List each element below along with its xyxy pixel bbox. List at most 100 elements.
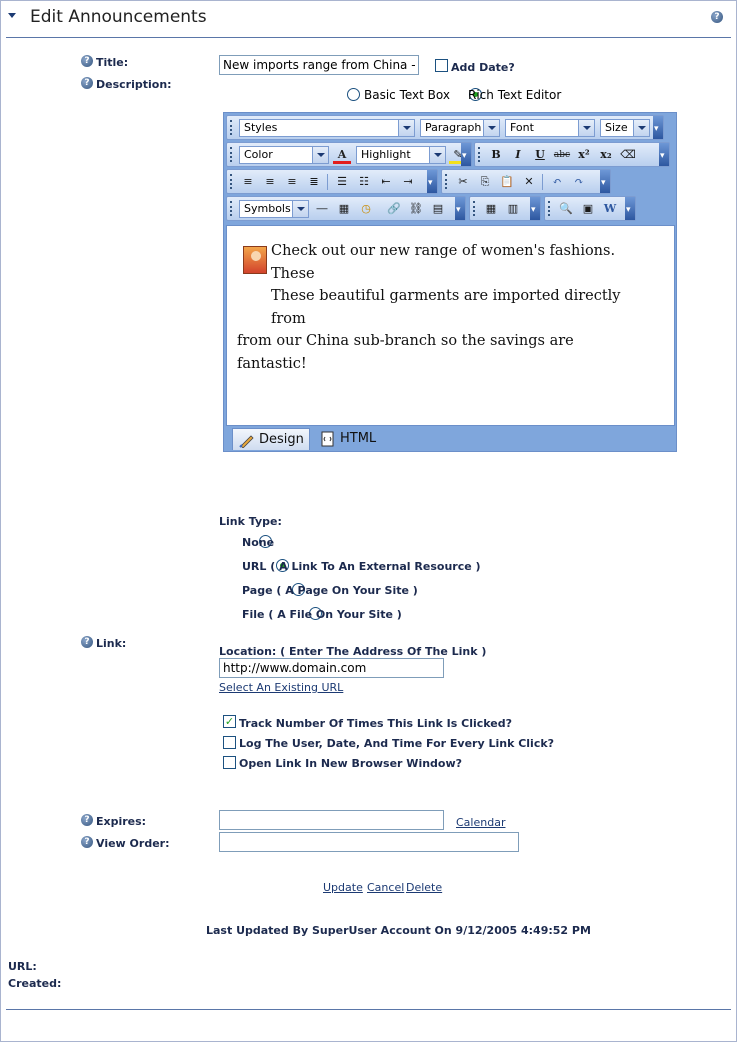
hyperlink-icon[interactable]: 🔗 — [385, 200, 403, 218]
log-clicks-checkbox[interactable] — [223, 736, 236, 749]
expires-label: Expires: — [96, 815, 147, 828]
undo-icon[interactable]: ↶ — [548, 173, 566, 191]
view-order-help-icon[interactable]: ? — [81, 836, 93, 848]
preview-icon[interactable]: 🔍 — [557, 200, 575, 218]
basic-text-label: Basic Text Box — [364, 88, 450, 102]
toolbar-options-icon[interactable] — [659, 143, 669, 166]
created-label: Created: — [8, 977, 62, 990]
align-left-icon[interactable]: ≡ — [239, 173, 257, 191]
design-pencil-icon — [239, 432, 255, 449]
highlight-dropdown[interactable]: Highlight — [356, 146, 446, 164]
editor-mode-bar: Design HTML — [226, 427, 675, 450]
cancel-link[interactable]: Cancel — [367, 881, 404, 894]
toolbar-grip[interactable] — [230, 120, 233, 135]
bold-icon[interactable]: B — [487, 146, 505, 164]
size-dropdown[interactable]: Size — [600, 119, 650, 137]
align-right-icon[interactable]: ≡ — [283, 173, 301, 191]
expires-help-icon[interactable]: ? — [81, 814, 93, 826]
insert-table-icon[interactable]: ▦ — [482, 200, 500, 218]
toolbar-separator — [542, 174, 543, 190]
paste-icon[interactable]: 📋 — [498, 173, 516, 191]
italic-icon[interactable]: I — [509, 146, 527, 164]
expires-input[interactable] — [219, 810, 444, 830]
toolbar-options-icon[interactable] — [461, 143, 471, 166]
color-dropdown[interactable]: Color — [239, 146, 329, 164]
url-label: URL: — [8, 960, 37, 973]
outdent-icon[interactable]: ⇤ — [377, 173, 395, 191]
symbols-dropdown[interactable]: Symbols — [239, 200, 309, 218]
help-icon[interactable]: ? — [711, 11, 723, 23]
toolbar-grip[interactable] — [230, 201, 233, 216]
toolbar-grip[interactable] — [473, 201, 476, 216]
font-color-icon[interactable]: A — [333, 146, 351, 164]
toolbar-options-icon[interactable] — [530, 197, 540, 220]
footer-divider — [6, 1009, 731, 1010]
editor-content-area[interactable]: Check out our new range of women's fashi… — [226, 225, 675, 426]
superscript-icon[interactable]: x² — [575, 146, 593, 164]
styles-dropdown[interactable]: Styles — [239, 119, 415, 137]
last-updated-text: Last Updated By SuperUser Account On 9/1… — [206, 924, 591, 937]
toolbar-separator — [327, 174, 328, 190]
unlink-icon[interactable]: ⛓ — [407, 200, 425, 218]
view-order-label: View Order: — [96, 837, 170, 850]
rich-text-editor: Styles Paragraph Font Size Color A Highl… — [223, 112, 677, 452]
toolbar-grip[interactable] — [548, 201, 551, 216]
add-date-checkbox[interactable] — [435, 59, 448, 72]
basic-text-radio[interactable] — [347, 88, 360, 101]
link-type-label: Link Type: — [219, 515, 282, 528]
select-existing-url-link[interactable]: Select An Existing URL — [219, 681, 343, 694]
delete-link[interactable]: Delete — [406, 881, 442, 894]
paste-from-word-icon[interactable]: W — [601, 200, 619, 218]
design-tab[interactable]: Design — [232, 428, 310, 450]
toolbar-options-icon[interactable] — [455, 197, 465, 220]
add-date-label: Add Date? — [451, 61, 515, 74]
delete-icon[interactable]: ✕ — [520, 173, 538, 191]
link-type-url-label: URL ( A Link To An External Resource ) — [242, 560, 481, 573]
content-line-1: Check out our new range of women's fashi… — [271, 243, 616, 282]
title-help-icon[interactable]: ? — [81, 55, 93, 67]
clock-icon[interactable]: ◷ — [357, 200, 375, 218]
align-center-icon[interactable]: ≡ — [261, 173, 279, 191]
collapse-arrow-icon[interactable] — [8, 13, 16, 18]
track-clicks-checkbox[interactable] — [223, 715, 236, 728]
bullet-list-icon[interactable]: ☰ — [333, 173, 351, 191]
toolbar-options-icon[interactable] — [427, 170, 437, 193]
rich-text-label: Rich Text Editor — [468, 88, 562, 102]
header-divider — [6, 37, 731, 38]
indent-icon[interactable]: ⇥ — [399, 173, 417, 191]
underline-icon[interactable]: U — [531, 146, 549, 164]
description-help-icon[interactable]: ? — [81, 77, 93, 89]
toolbar-grip[interactable] — [445, 174, 448, 189]
title-input[interactable] — [219, 55, 419, 75]
horizontal-rule-icon[interactable]: ― — [313, 200, 331, 218]
form-element-icon[interactable]: ▤ — [429, 200, 447, 218]
html-document-icon — [320, 431, 336, 447]
strikethrough-icon[interactable]: abc — [553, 146, 571, 164]
location-input[interactable] — [219, 658, 444, 678]
subscript-icon[interactable]: x₂ — [597, 146, 615, 164]
calendar-link[interactable]: Calendar — [456, 816, 505, 829]
redo-icon[interactable]: ↷ — [570, 173, 588, 191]
justify-icon[interactable]: ≣ — [305, 173, 323, 191]
toolbar-grip[interactable] — [478, 147, 481, 162]
cut-icon[interactable]: ✂ — [454, 173, 472, 191]
link-help-icon[interactable]: ? — [81, 636, 93, 648]
table-properties-icon[interactable]: ▥ — [504, 200, 522, 218]
select-all-icon[interactable]: ▣ — [579, 200, 597, 218]
new-window-checkbox[interactable] — [223, 756, 236, 769]
paragraph-dropdown[interactable]: Paragraph — [420, 119, 500, 137]
copy-icon[interactable]: ⎘ — [476, 173, 494, 191]
link-type-file-label: File ( A File On Your Site ) — [242, 608, 402, 621]
toolbar-options-icon[interactable] — [600, 170, 610, 193]
eraser-icon[interactable]: ⌫ — [619, 146, 637, 164]
update-link[interactable]: Update — [323, 881, 363, 894]
html-tab[interactable]: HTML — [314, 428, 384, 450]
toolbar-options-icon[interactable] — [653, 116, 663, 139]
calendar-icon[interactable]: ▦ — [335, 200, 353, 218]
toolbar-grip[interactable] — [230, 147, 233, 162]
toolbar-grip[interactable] — [230, 174, 233, 189]
font-dropdown[interactable]: Font — [505, 119, 595, 137]
numbered-list-icon[interactable]: ☷ — [355, 173, 373, 191]
view-order-input[interactable] — [219, 832, 519, 852]
toolbar-options-icon[interactable] — [625, 197, 635, 220]
